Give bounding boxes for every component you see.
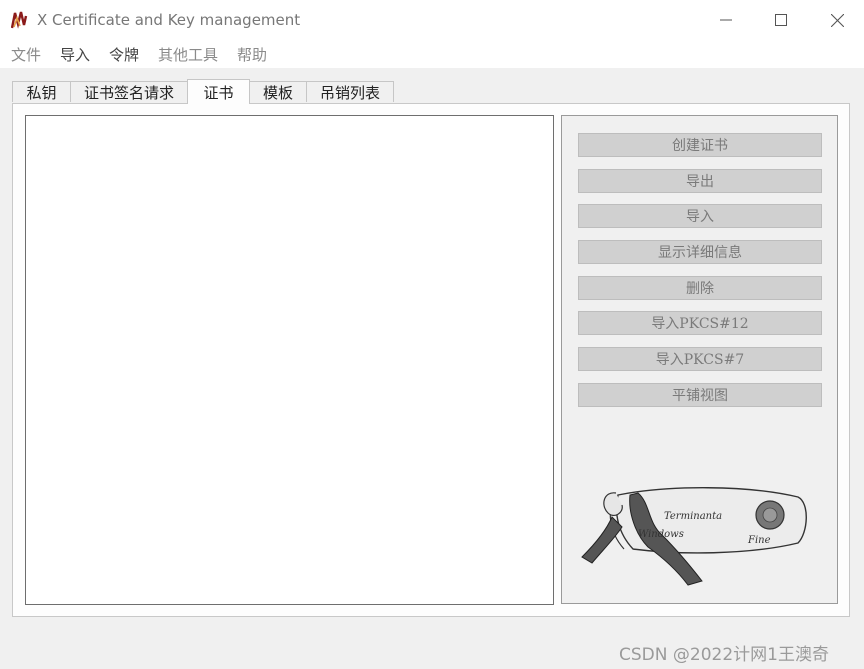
import-pkcs12-button[interactable]: 导入PKCS#12 [578, 311, 822, 335]
tab-certificates[interactable]: 证书 [187, 79, 250, 104]
delete-button[interactable]: 删除 [578, 276, 822, 300]
maximize-icon [775, 14, 787, 26]
csdn-watermark: CSDN @2022计网1王澳奇 [619, 645, 829, 665]
menu-file[interactable]: 文件 [11, 44, 41, 65]
create-certificate-button[interactable]: 创建证书 [578, 133, 822, 157]
show-details-button[interactable]: 显示详细信息 [578, 240, 822, 264]
import-button[interactable]: 导入 [578, 204, 822, 228]
tile-view-button[interactable]: 平铺视图 [578, 383, 822, 407]
certificate-list[interactable] [25, 115, 554, 605]
menu-other-tools[interactable]: 其他工具 [158, 44, 218, 65]
tab-csr[interactable]: 证书签名请求 [70, 81, 188, 102]
close-button[interactable] [810, 0, 864, 40]
scroll-text-2: Windows [638, 529, 684, 540]
menu-bar: 文件 导入 令牌 其他工具 帮助 [0, 40, 864, 68]
title-bar: X Certificate and Key management [0, 0, 864, 40]
window-title: X Certificate and Key management [37, 11, 301, 29]
menu-import[interactable]: 导入 [60, 44, 90, 65]
scroll-text-1: Terminanta [664, 511, 722, 522]
menu-token[interactable]: 令牌 [109, 44, 139, 65]
menu-help[interactable]: 帮助 [237, 44, 267, 65]
maximize-button[interactable] [754, 0, 808, 40]
tab-templates[interactable]: 模板 [249, 81, 307, 102]
tab-private-keys[interactable]: 私钥 [12, 81, 71, 102]
minimize-icon [720, 19, 732, 21]
minimize-button[interactable] [699, 0, 753, 40]
scroll-text-3: Fine [747, 535, 771, 546]
app-logo-icon [11, 11, 28, 29]
export-button[interactable]: 导出 [578, 169, 822, 193]
import-pkcs7-button[interactable]: 导入PKCS#7 [578, 347, 822, 371]
close-icon [830, 13, 844, 27]
certificate-scroll-icon: Terminanta Windows Fine [581, 487, 807, 586]
tab-revocation-lists[interactable]: 吊销列表 [306, 81, 394, 102]
